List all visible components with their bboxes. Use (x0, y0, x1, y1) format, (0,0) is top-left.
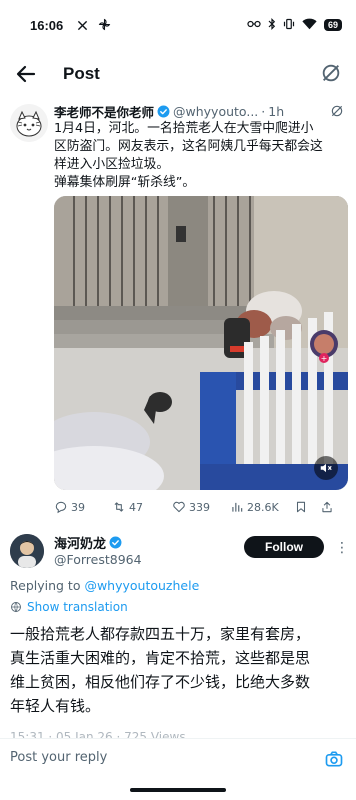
reply-text: 一般拾荒老人都存款四五十万，家里有套房， 真生活重大困难的，肯定不拾荒，这些都是… (10, 622, 350, 718)
show-translation-button[interactable]: Show translation (10, 600, 128, 614)
post-text: 1月4日，河北。一名拾荒老人在大雪中爬进小 区防盗门。网友表示，这名阿姨几乎每天… (54, 120, 344, 192)
view-count: 28.6K (247, 500, 279, 514)
status-bar: 16:06 69 (0, 0, 356, 50)
post-text-line: 样进入小区捡垃圾。 (54, 157, 170, 172)
replying-to: Replying to @whyyoutouzhele (10, 578, 199, 593)
heart-icon (173, 501, 185, 513)
camera-icon (325, 751, 343, 767)
x-logo-icon (77, 16, 88, 35)
engagement-bar: 39 47 339 28.6K (54, 496, 348, 518)
arrow-left-icon (16, 65, 36, 83)
svg-text:+: + (321, 354, 328, 363)
author-handle[interactable]: @Forrest8964 (54, 552, 142, 567)
bluetooth-icon (268, 17, 276, 33)
link-icon (247, 19, 261, 32)
more-options-button[interactable]: ⋮ (334, 538, 350, 558)
like-count: 339 (189, 500, 210, 514)
follow-button[interactable]: Follow (244, 536, 324, 558)
post-metadata: 15:31 · 05 Jan 26 · 725 Views (10, 730, 186, 738)
vibrate-icon (283, 18, 295, 33)
views-button[interactable]: 28.6K (230, 500, 294, 514)
author-handle[interactable]: @whyyouto... (173, 104, 258, 119)
bookmark-icon (296, 501, 306, 513)
pinwheel-icon (98, 16, 111, 35)
post-text-line: 弹幕集体刷屏“斩杀线”。 (54, 175, 196, 190)
reply-input[interactable]: Post your reply (10, 750, 107, 765)
verified-badge-icon (109, 536, 122, 549)
speaker-muted-icon (320, 463, 332, 473)
video-player[interactable]: + (54, 196, 348, 490)
grok-icon[interactable] (330, 104, 344, 118)
avatar[interactable] (10, 534, 44, 568)
page-title: Post (63, 64, 100, 83)
reply-text-line: 维上贫困，相反他们存了不少钱，比绝大多数 (10, 673, 311, 691)
verified-badge-icon (157, 105, 170, 118)
wifi-icon (302, 18, 317, 33)
bookmark-button[interactable] (294, 500, 320, 514)
camera-button[interactable] (324, 749, 344, 769)
replying-prefix: Replying to (10, 578, 85, 593)
share-icon (322, 501, 332, 513)
reply-text-line: 年轻人有钱。 (10, 697, 101, 715)
comment-icon (55, 501, 67, 514)
avatar[interactable] (10, 104, 48, 142)
reply-text-line: 一般拾荒老人都存款四五十万，家里有套房， (10, 625, 311, 643)
share-button[interactable] (320, 500, 340, 514)
post-text-line: 1月4日，河北。一名拾荒老人在大雪中爬进小 (54, 121, 314, 136)
mention-link[interactable]: @whyyoutouzhele (84, 578, 199, 593)
more-vertical-icon: ⋮ (335, 540, 349, 556)
analytics-icon (232, 502, 243, 512)
mute-button[interactable] (314, 456, 338, 480)
reply-post[interactable]: 海河奶龙 @Forrest8964 Follow ⋮ Replying to @… (0, 528, 356, 738)
globe-icon (11, 602, 21, 613)
battery-indicator: 69 (323, 19, 342, 31)
home-indicator[interactable] (130, 788, 226, 792)
repost-button[interactable]: 47 (112, 500, 172, 514)
quoted-post[interactable]: 李老师不是你老师 @whyyouto... · 1h 1月4日，河北。一名拾荒老… (6, 100, 350, 528)
post-text-line: 区防盗门。网友表示，这名阿姨几乎每天都会这 (54, 139, 323, 154)
show-translation-label: Show translation (27, 600, 128, 614)
repost-count: 47 (129, 500, 143, 514)
video-frame: + (54, 196, 348, 490)
status-time: 16:06 (30, 17, 64, 33)
author-name[interactable]: 李老师不是你老师 (54, 102, 154, 120)
separator-dot: · (261, 103, 266, 119)
like-button[interactable]: 339 (172, 500, 230, 514)
top-app-bar: Post (0, 52, 356, 98)
back-button[interactable] (14, 62, 38, 86)
grok-button[interactable] (320, 62, 344, 86)
grok-icon (322, 64, 340, 82)
author-name[interactable]: 海河奶龙 (54, 533, 106, 552)
reply-button[interactable]: 39 (54, 500, 112, 514)
reply-composer[interactable]: Post your reply (0, 738, 356, 782)
reply-text-line: 真生活重大困难的，肯定不拾荒，这些都是思 (10, 649, 311, 667)
repost-icon (114, 502, 124, 512)
post-time[interactable]: 1h (268, 104, 284, 119)
reply-count: 39 (71, 500, 85, 514)
